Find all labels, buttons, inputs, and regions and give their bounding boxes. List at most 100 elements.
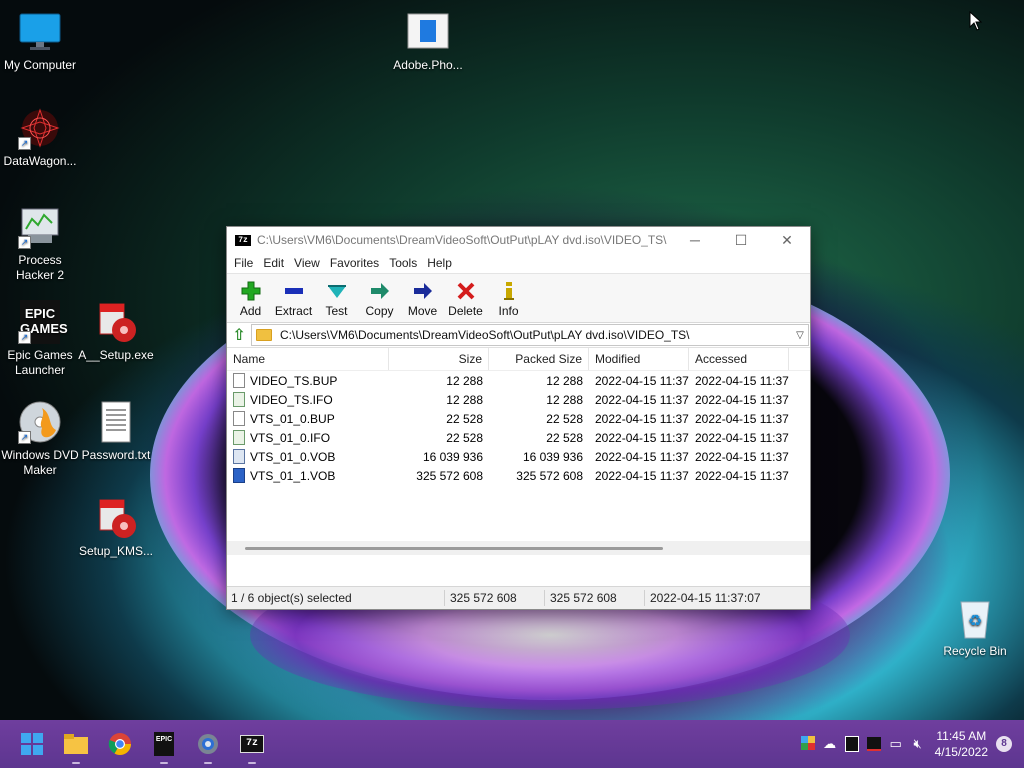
shortcut-arrow-icon: ↗ [18,137,31,150]
volume-muted-icon[interactable]: 🔇︎ [907,736,929,752]
table-row[interactable]: VIDEO_TS.IFO 12 288 12 288 2022-04-15 11:37… [227,390,810,409]
menu-tools[interactable]: Tools [384,256,422,270]
epic-tray-icon[interactable] [841,736,863,752]
address-path[interactable]: C:\Users\VM6\Documents\DreamVideoSoft\Ou… [280,328,792,342]
column-name[interactable]: Name [227,348,389,370]
epic-taskbar-label: EPIC [154,732,174,756]
7zip-icon[interactable]: 7z [236,728,268,764]
window-titlebar[interactable]: 7z C:\Users\VM6\Documents\DreamVideoSoft… [227,227,810,253]
horizontal-scrollbar[interactable] [227,541,810,555]
file-size-cell: 325 572 608 [416,468,483,483]
delete-button[interactable]: Delete [444,278,487,322]
extract-label: Extract [274,304,313,318]
file-list[interactable]: Name Size Packed Size Modified Accessed … [227,348,810,555]
table-row[interactable]: VTS_01_0.BUP 22 528 22 528 2022-04-15 11:37… [227,409,810,428]
table-row[interactable]: VIDEO_TS.BUP 12 288 12 288 2022-04-15 11:37… [227,371,810,390]
toolbar: Add Extract Test Copy Move Delete Info [227,274,810,323]
desktop-icon-recycle-bin[interactable]: ♻ Recycle Bin [935,596,1015,659]
address-combobox[interactable]: C:\Users\VM6\Documents\DreamVideoSoft\Ou… [251,324,809,346]
dvd-maker-icon: ↗ [18,400,62,444]
copy-button[interactable]: Copy [358,278,401,322]
desktop-icon-password-txt[interactable]: Password.txt [76,400,156,463]
menu-help[interactable]: Help [422,256,457,270]
onedrive-icon[interactable]: ☁ [819,736,841,752]
file-explorer-icon[interactable] [60,728,92,764]
column-modified[interactable]: Modified [589,348,689,370]
file-modified-cell: 2022-04-15 11:37 [595,373,689,388]
move-button[interactable]: Move [401,278,444,322]
table-row[interactable]: VTS_01_0.VOB 16 039 936 16 039 936 2022-04-… [227,447,810,466]
menu-edit[interactable]: Edit [258,256,289,270]
info-button[interactable]: Info [487,278,530,322]
desktop-icon-label: DataWagon... [3,154,77,168]
desktop-icon-epic-games[interactable]: EPIC GAMES ↗ Epic Games Launcher [0,300,80,378]
running-indicator [72,762,80,764]
file-icon [233,373,245,388]
desktop-icon-process-hacker[interactable]: ↗ Process Hacker 2 [0,205,80,283]
chevron-down-icon[interactable]: ▽ [792,330,808,341]
desktop-icon-datawagon[interactable]: ↗ DataWagon... [0,106,80,169]
defender-icon[interactable] [797,735,819,754]
desktop-icon-setup-kms[interactable]: Setup_KMS... [76,496,156,559]
network-icon[interactable]: ▭ [885,736,907,752]
maximize-button[interactable]: ☐ [718,227,764,253]
desktop-icon-label: My Computer [3,58,77,72]
clock[interactable]: 11:45 AM 4/15/2022 [935,728,988,760]
windows-start-icon[interactable] [16,728,48,760]
process-hacker-tray-icon[interactable] [863,737,885,751]
menu-view[interactable]: View [289,256,325,270]
svg-text:♻: ♻ [968,611,982,630]
menu-file[interactable]: File [229,256,258,270]
close-button[interactable]: ✕ [764,227,810,253]
file-name: VIDEO_TS.IFO [250,392,333,407]
desktop-icon-label: Process Hacker 2 [15,253,65,282]
monitor-icon [18,10,62,54]
system-tray: ☁ ▭ 🔇︎ 11:45 AM 4/15/2022 8 [797,720,1024,768]
folder-up-icon[interactable]: ⇧ [227,325,251,345]
running-indicator [204,762,212,764]
desktop-icon-my-computer[interactable]: My Computer [0,10,80,73]
desktop-icon-dvd-maker[interactable]: ↗ Windows DVD Maker [0,400,80,478]
check-arrow-icon [315,278,358,304]
datawagon-icon: ↗ [18,106,62,150]
desktop-icon-adobe[interactable]: Adobe.Pho... [388,10,468,73]
window-title: C:\Users\VM6\Documents\DreamVideoSoft\Ou… [257,233,667,247]
column-packed-size[interactable]: Packed Size [489,348,589,370]
file-name-cell: VIDEO_TS.BUP [227,373,389,388]
chrome-icon[interactable] [104,728,136,760]
file-size-cell: 22 528 [446,430,483,445]
column-accessed[interactable]: Accessed [689,348,789,370]
column-size[interactable]: Size [389,348,489,370]
file-name-cell: VTS_01_0.BUP [227,411,389,426]
plus-icon [229,278,272,304]
file-size-cell: 12 288 [446,392,483,407]
file-size-cell: 22 528 [446,411,483,426]
extract-button[interactable]: Extract [272,278,315,322]
file-icon [233,392,245,407]
desktop-icon-label: A__Setup.exe [78,348,154,362]
settings-icon[interactable] [192,728,224,764]
scrollbar-thumb[interactable] [245,547,663,550]
info-icon [487,278,530,304]
file-name: VTS_01_0.VOB [250,449,336,464]
table-row[interactable]: VTS_01_0.IFO 22 528 22 528 2022-04-15 11:37… [227,428,810,447]
x-icon [444,278,487,304]
add-button[interactable]: Add [229,278,272,322]
notification-badge[interactable]: 8 [996,736,1012,752]
desktop-icon-label: Setup_KMS... [78,544,154,558]
minimize-button[interactable]: ─ [672,227,718,253]
file-modified-cell: 2022-04-15 11:37 [595,430,689,445]
menu-favorites[interactable]: Favorites [325,256,384,270]
recycle-bin-icon: ♻ [953,596,997,640]
folder-icon [256,329,272,341]
epic-games-icon[interactable]: EPIC [148,728,180,764]
file-icon [233,430,245,445]
sevenzip-taskbar-label: 7z [240,735,264,753]
copy-label: Copy [365,304,394,318]
sevenzip-window[interactable]: 7z C:\Users\VM6\Documents\DreamVideoSoft… [226,226,811,610]
table-row[interactable]: VTS_01_1.VOB 325 572 608 325 572 608 2022-0… [227,466,810,485]
desktop-icon-a-setup[interactable]: A__Setup.exe [76,300,156,363]
test-button[interactable]: Test [315,278,358,322]
desktop-icon-label: Epic Games Launcher [7,348,73,377]
file-packed-cell: 12 288 [546,373,583,388]
